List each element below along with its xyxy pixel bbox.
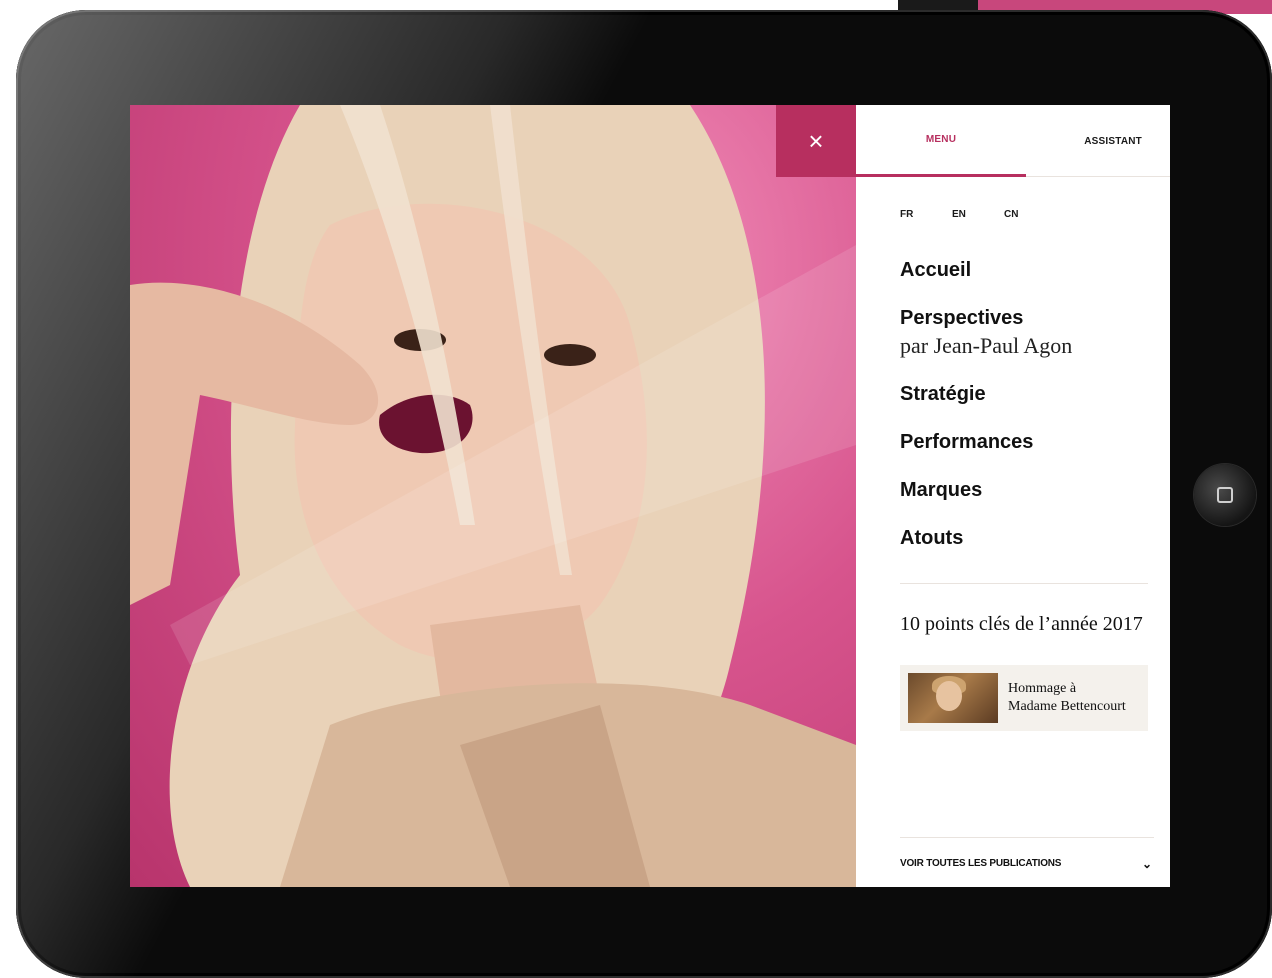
close-icon: × xyxy=(808,125,824,156)
nav-item-strategie[interactable]: Stratégie xyxy=(900,381,1150,407)
key-points-link[interactable]: 10 points clés de l’année 2017 xyxy=(900,613,1143,636)
tab-menu[interactable]: MENU xyxy=(856,105,1026,177)
nav-item-label: Perspectives xyxy=(900,307,1024,329)
nav-item-label: Performances xyxy=(900,431,1034,453)
menu-panel: MENU ASSISTANT FR EN CN Accueil Perspect… xyxy=(856,105,1170,887)
chevron-down-icon: ⌄ xyxy=(1141,856,1152,871)
language-cn[interactable]: CN xyxy=(1004,209,1056,220)
tablet-screen: × MENU ASSISTANT FR EN CN Accueil Perspe… xyxy=(130,105,1170,887)
tab-assistant[interactable]: ASSISTANT xyxy=(1084,105,1142,177)
tribute-thumbnail xyxy=(908,673,998,723)
tribute-line-1: Hommage à xyxy=(1008,681,1077,696)
tribute-line-2: Madame Bettencourt xyxy=(1008,699,1126,714)
hero-illustration xyxy=(130,105,856,887)
home-button-icon xyxy=(1217,487,1233,503)
hero-eye-right xyxy=(544,344,596,366)
all-publications-button[interactable]: VOIR TOUTES LES PUBLICATIONS ⌄ xyxy=(900,837,1154,887)
nav-item-atouts[interactable]: Atouts xyxy=(900,525,1150,551)
language-switcher: FR EN CN xyxy=(900,209,1056,220)
home-button[interactable] xyxy=(1194,464,1256,526)
tribute-card[interactable]: Hommage à Madame Bettencourt xyxy=(900,665,1148,731)
nav-item-label: Atouts xyxy=(900,527,964,549)
nav-item-accueil[interactable]: Accueil xyxy=(900,257,1150,283)
close-button[interactable]: × xyxy=(776,105,856,177)
hero-image xyxy=(130,105,856,887)
language-fr[interactable]: FR xyxy=(900,209,952,220)
main-nav: Accueil Perspectives par Jean-Paul Agon … xyxy=(900,257,1150,573)
nav-item-sublabel: par Jean-Paul Agon xyxy=(900,333,1073,358)
panel-tabs: MENU ASSISTANT xyxy=(856,105,1170,177)
language-en[interactable]: EN xyxy=(952,209,1004,220)
nav-item-perspectives[interactable]: Perspectives par Jean-Paul Agon xyxy=(900,305,1150,359)
tribute-text: Hommage à Madame Bettencourt xyxy=(1008,680,1126,716)
nav-item-marques[interactable]: Marques xyxy=(900,477,1150,503)
nav-item-label: Stratégie xyxy=(900,383,986,405)
nav-item-label: Accueil xyxy=(900,259,972,281)
section-divider xyxy=(900,583,1148,584)
publications-label: VOIR TOUTES LES PUBLICATIONS xyxy=(900,858,1062,869)
nav-item-performances[interactable]: Performances xyxy=(900,429,1150,455)
nav-item-label: Marques xyxy=(900,479,983,501)
thumbnail-face xyxy=(936,681,962,711)
